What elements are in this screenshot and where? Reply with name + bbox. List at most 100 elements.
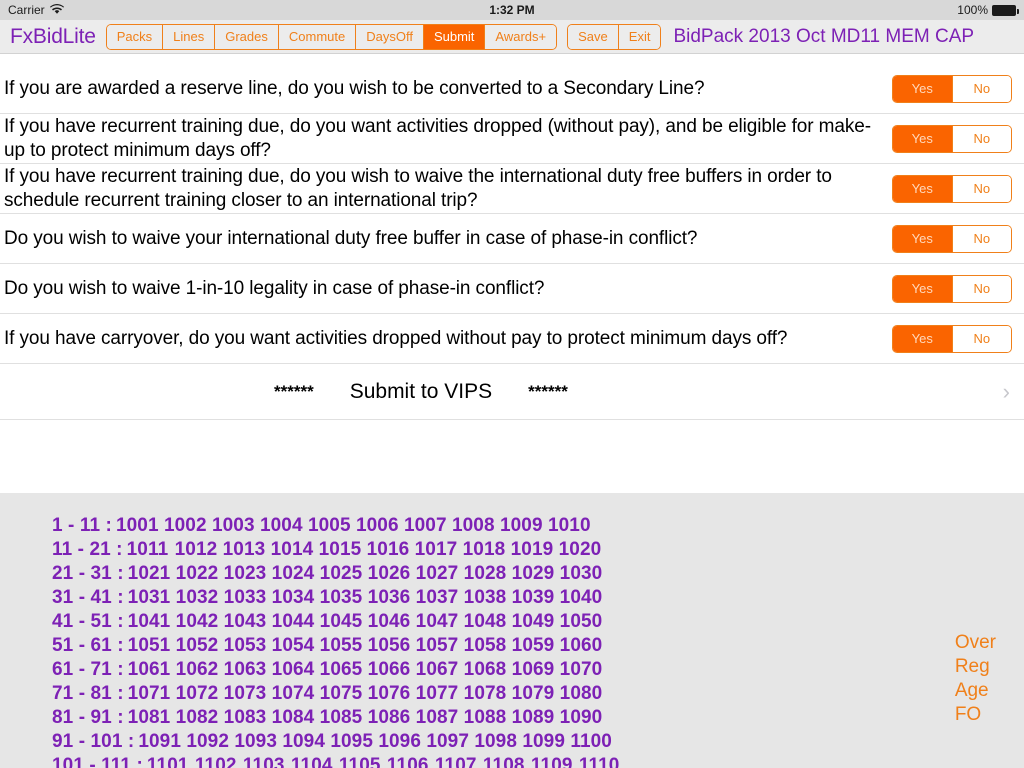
- line-number[interactable]: 1014: [271, 538, 319, 562]
- toggle-option-yes[interactable]: Yes: [893, 75, 952, 102]
- line-number[interactable]: 1089: [512, 706, 560, 730]
- line-number[interactable]: 1081: [128, 706, 176, 730]
- line-number[interactable]: 1073: [224, 682, 272, 706]
- line-number[interactable]: 1007: [404, 514, 452, 538]
- line-number[interactable]: 1104: [291, 754, 339, 768]
- line-number[interactable]: 1006: [356, 514, 404, 538]
- line-number[interactable]: 1036: [368, 586, 416, 610]
- line-number[interactable]: 1028: [464, 562, 512, 586]
- line-number[interactable]: 1005: [308, 514, 356, 538]
- line-number[interactable]: 1062: [176, 658, 224, 682]
- line-number[interactable]: 1035: [320, 586, 368, 610]
- line-number[interactable]: 1106: [387, 754, 435, 768]
- line-number[interactable]: 1008: [452, 514, 500, 538]
- action-segmented-control[interactable]: Save Exit: [567, 23, 662, 50]
- line-number[interactable]: 1108: [483, 754, 531, 768]
- yes-no-toggle[interactable]: Yes No: [892, 174, 1012, 203]
- line-number[interactable]: 1015: [319, 538, 367, 562]
- line-number[interactable]: 1101: [147, 754, 195, 768]
- toggle-option-no[interactable]: No: [951, 75, 1011, 102]
- line-number[interactable]: 1030: [560, 562, 608, 586]
- line-number[interactable]: 1084: [272, 706, 320, 730]
- line-number[interactable]: 1042: [176, 610, 224, 634]
- toggle-option-no[interactable]: No: [951, 275, 1011, 302]
- line-number[interactable]: 1091: [138, 730, 186, 754]
- line-number[interactable]: 1075: [320, 682, 368, 706]
- line-number[interactable]: 1040: [560, 586, 608, 610]
- line-number[interactable]: 1105: [339, 754, 387, 768]
- line-number[interactable]: 1011: [127, 538, 175, 562]
- line-number[interactable]: 1050: [560, 610, 608, 634]
- line-number[interactable]: 1043: [224, 610, 272, 634]
- tab-packs[interactable]: Packs: [106, 24, 164, 49]
- line-number[interactable]: 1103: [243, 754, 291, 768]
- tab-grades[interactable]: Grades: [215, 24, 279, 49]
- tab-submit[interactable]: Submit: [423, 24, 486, 49]
- line-number[interactable]: 1053: [224, 634, 272, 658]
- line-number[interactable]: 1031: [128, 586, 176, 610]
- line-number[interactable]: 1072: [176, 682, 224, 706]
- line-number[interactable]: 1010: [548, 514, 596, 538]
- line-number[interactable]: 1066: [368, 658, 416, 682]
- line-number[interactable]: 1060: [560, 634, 608, 658]
- line-number[interactable]: 1088: [464, 706, 512, 730]
- toggle-option-yes[interactable]: Yes: [893, 125, 952, 152]
- tab-lines[interactable]: Lines: [163, 24, 216, 49]
- line-number[interactable]: 1059: [512, 634, 560, 658]
- line-number[interactable]: 1057: [416, 634, 464, 658]
- line-number[interactable]: 1024: [272, 562, 320, 586]
- line-number[interactable]: 1048: [464, 610, 512, 634]
- yes-no-toggle[interactable]: Yes No: [892, 224, 1012, 253]
- line-number[interactable]: 1064: [272, 658, 320, 682]
- tab-commute[interactable]: Commute: [278, 24, 357, 49]
- toggle-option-yes[interactable]: Yes: [893, 275, 952, 302]
- line-number[interactable]: 1032: [176, 586, 224, 610]
- line-number[interactable]: 1100: [570, 730, 618, 754]
- line-number[interactable]: 1046: [368, 610, 416, 634]
- line-number[interactable]: 1045: [320, 610, 368, 634]
- line-number[interactable]: 1061: [128, 658, 176, 682]
- line-number[interactable]: 1049: [512, 610, 560, 634]
- toggle-option-no[interactable]: No: [951, 325, 1011, 352]
- line-number[interactable]: 1039: [512, 586, 560, 610]
- line-number[interactable]: 1065: [320, 658, 368, 682]
- line-number[interactable]: 1027: [416, 562, 464, 586]
- line-number[interactable]: 1085: [320, 706, 368, 730]
- line-number[interactable]: 1051: [128, 634, 176, 658]
- yes-no-toggle[interactable]: Yes No: [892, 124, 1012, 153]
- line-number[interactable]: 1093: [234, 730, 282, 754]
- line-number[interactable]: 1052: [176, 634, 224, 658]
- yes-no-toggle[interactable]: Yes No: [892, 74, 1012, 103]
- line-number[interactable]: 1087: [416, 706, 464, 730]
- tab-awards[interactable]: Awards+: [485, 24, 557, 49]
- line-number[interactable]: 1055: [320, 634, 368, 658]
- line-number[interactable]: 1037: [416, 586, 464, 610]
- line-number[interactable]: 1002: [164, 514, 212, 538]
- line-number[interactable]: 1058: [464, 634, 512, 658]
- line-number[interactable]: 1019: [511, 538, 559, 562]
- line-number[interactable]: 1076: [368, 682, 416, 706]
- line-number[interactable]: 1092: [186, 730, 234, 754]
- line-number[interactable]: 1096: [378, 730, 426, 754]
- line-number[interactable]: 1086: [368, 706, 416, 730]
- toggle-option-no[interactable]: No: [951, 225, 1011, 252]
- line-number[interactable]: 1109: [531, 754, 579, 768]
- line-number[interactable]: 1009: [500, 514, 548, 538]
- line-number[interactable]: 1013: [223, 538, 271, 562]
- toggle-option-yes[interactable]: Yes: [893, 175, 952, 202]
- yes-no-toggle[interactable]: Yes No: [892, 274, 1012, 303]
- submit-to-vips-row[interactable]: ****** Submit to VIPS ****** ›: [0, 364, 1024, 420]
- line-number[interactable]: 1071: [128, 682, 176, 706]
- line-number[interactable]: 1077: [416, 682, 464, 706]
- line-number[interactable]: 1033: [224, 586, 272, 610]
- button-exit[interactable]: Exit: [618, 24, 661, 49]
- line-number[interactable]: 1012: [175, 538, 223, 562]
- nav-segmented-control[interactable]: Packs Lines Grades Commute DaysOff Submit Awar…: [105, 23, 558, 50]
- line-number[interactable]: 1026: [368, 562, 416, 586]
- toggle-option-no[interactable]: No: [951, 175, 1011, 202]
- yes-no-toggle[interactable]: Yes No: [892, 324, 1012, 353]
- line-number[interactable]: 1044: [272, 610, 320, 634]
- line-number[interactable]: 1079: [512, 682, 560, 706]
- line-number[interactable]: 1110: [579, 754, 627, 768]
- line-number[interactable]: 1022: [176, 562, 224, 586]
